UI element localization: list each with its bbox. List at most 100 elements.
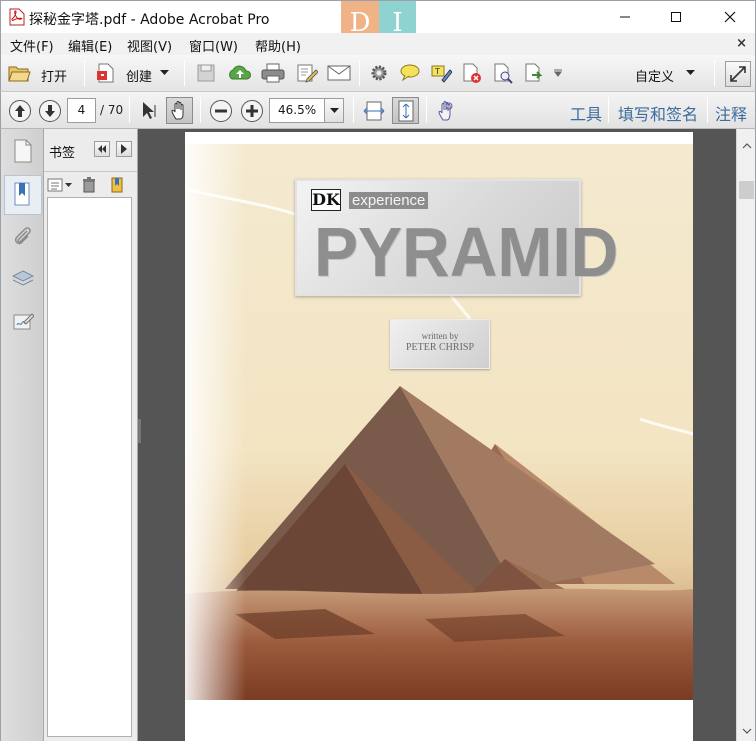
publisher-logo: DK <box>311 189 341 211</box>
scroll-mode-button[interactable] <box>361 98 387 123</box>
signature-pen-icon <box>13 313 34 330</box>
comment-pane-link[interactable]: 注释 <box>715 101 747 125</box>
save-button[interactable] <box>194 62 218 84</box>
create-pdf-icon <box>97 63 114 83</box>
minimize-icon <box>620 16 630 18</box>
panel-options-button[interactable] <box>116 141 132 157</box>
open-button[interactable] <box>5 61 33 85</box>
menu-help[interactable]: 帮助(H) <box>255 36 301 55</box>
layers-button[interactable] <box>8 263 38 295</box>
navigation-rail <box>0 129 44 741</box>
customize-label[interactable]: 自定义 <box>635 66 674 85</box>
menu-bar: 文件(F) 编辑(E) 视图(V) 窗口(W) 帮助(H) × <box>0 33 756 55</box>
author-badge: written by PETER CHRISP <box>390 319 490 369</box>
expand-icon <box>730 66 746 82</box>
chevron-up-icon <box>742 143 751 149</box>
page-thumbnails-button[interactable] <box>8 135 38 167</box>
page-number-input[interactable]: 4 <box>67 98 96 123</box>
fit-page-button[interactable] <box>392 97 419 124</box>
zoom-in-button[interactable] <box>239 98 264 123</box>
tools-pane-link[interactable]: 工具 <box>570 101 602 125</box>
scroll-up-button[interactable] <box>737 137 756 155</box>
delete-bookmark-button[interactable] <box>80 176 98 194</box>
bookmarks-list[interactable] <box>47 197 132 737</box>
next-page-button[interactable] <box>37 98 62 123</box>
panel-splitter-handle[interactable] <box>138 419 141 443</box>
save-icon <box>197 64 215 82</box>
close-window-button[interactable] <box>703 1 756 33</box>
navigation-toolbar: 4 / 70 46.5% 工具 填写和签名 注释 <box>0 92 756 129</box>
pdf-page: DK experience PYRAMID written by PETER C… <box>185 132 693 741</box>
redact-button[interactable] <box>459 62 485 84</box>
attachments-button[interactable] <box>8 221 38 253</box>
layers-icon <box>11 270 35 286</box>
bookmark-options-button[interactable] <box>47 176 73 194</box>
menu-edit[interactable]: 编辑(E) <box>68 36 112 55</box>
customize-chevron-icon[interactable] <box>685 69 695 77</box>
read-mode-button[interactable] <box>433 98 459 123</box>
fill-sign-pane-link[interactable]: 填写和签名 <box>618 101 698 125</box>
settings-button[interactable] <box>367 62 391 84</box>
minimize-button[interactable] <box>598 1 652 33</box>
title-bar: 探秘金字塔.pdf - Adobe Acrobat Pro D I <box>0 0 756 45</box>
minus-circle-icon <box>209 99 232 122</box>
title-badge: DK experience PYRAMID <box>295 179 618 296</box>
export-button[interactable] <box>521 62 547 84</box>
toolbar-overflow-icon[interactable] <box>553 68 563 78</box>
zoom-out-button[interactable] <box>208 98 233 123</box>
bookmarks-button[interactable] <box>4 175 42 215</box>
new-bookmark-button[interactable] <box>107 176 127 194</box>
scrollbar-thumb[interactable] <box>739 181 754 199</box>
page-total-label: / 70 <box>100 103 124 117</box>
gear-icon <box>371 65 387 81</box>
zoom-level-input[interactable]: 46.5% <box>269 98 325 123</box>
export-icon <box>525 63 543 82</box>
plus-circle-icon <box>240 99 263 122</box>
chevron-down-icon[interactable] <box>159 69 169 77</box>
edit-document-icon <box>297 64 318 83</box>
bookmark-icon <box>14 182 30 206</box>
select-tool-button[interactable] <box>137 98 161 123</box>
chevron-down-icon <box>742 728 751 734</box>
fullscreen-button[interactable] <box>725 61 751 87</box>
folder-icon <box>8 66 31 82</box>
vertical-scrollbar[interactable] <box>736 129 756 741</box>
highlight-button[interactable]: T <box>428 62 454 84</box>
series-label: experience <box>349 192 429 209</box>
scroll-down-button[interactable] <box>737 722 756 740</box>
author-name: PETER CHRISP <box>405 342 475 353</box>
main-toolbar: 打开 创建 T 自定义 <box>0 55 756 92</box>
document-viewport[interactable]: DK experience PYRAMID written by PETER C… <box>138 129 736 741</box>
envelope-icon <box>327 65 351 81</box>
menu-view[interactable]: 视图(V) <box>127 36 172 55</box>
edit-document-button[interactable] <box>294 62 320 84</box>
fit-page-icon <box>398 100 413 121</box>
collapse-panel-button[interactable] <box>94 141 110 157</box>
menu-file[interactable]: 文件(F) <box>10 36 54 55</box>
print-button[interactable] <box>259 62 287 84</box>
separator <box>353 97 354 123</box>
create-button[interactable] <box>93 61 119 85</box>
compare-button[interactable] <box>490 62 516 84</box>
separator <box>707 97 708 123</box>
highlighter-icon: T <box>431 65 452 83</box>
window-title: 探秘金字塔.pdf - Adobe Acrobat Pro <box>29 12 270 28</box>
speech-bubble-icon <box>400 64 420 82</box>
open-label[interactable]: 打开 <box>41 66 67 85</box>
close-document-button[interactable]: × <box>736 36 747 51</box>
list-options-icon <box>47 178 72 192</box>
chevron-down-icon <box>329 107 339 113</box>
upload-button[interactable] <box>226 62 254 84</box>
previous-page-button[interactable] <box>7 98 32 123</box>
create-label[interactable]: 创建 <box>126 66 152 85</box>
hand-tool-button[interactable] <box>166 97 193 124</box>
signatures-button[interactable] <box>8 305 38 337</box>
zoom-dropdown-button[interactable] <box>324 98 344 123</box>
fit-width-icon <box>363 101 385 120</box>
comment-button[interactable] <box>397 62 423 84</box>
cloud-upload-icon <box>229 65 251 80</box>
email-button[interactable] <box>325 62 353 84</box>
touch-hand-icon <box>438 100 453 120</box>
menu-window[interactable]: 窗口(W) <box>189 36 238 55</box>
maximize-button[interactable] <box>649 1 703 33</box>
